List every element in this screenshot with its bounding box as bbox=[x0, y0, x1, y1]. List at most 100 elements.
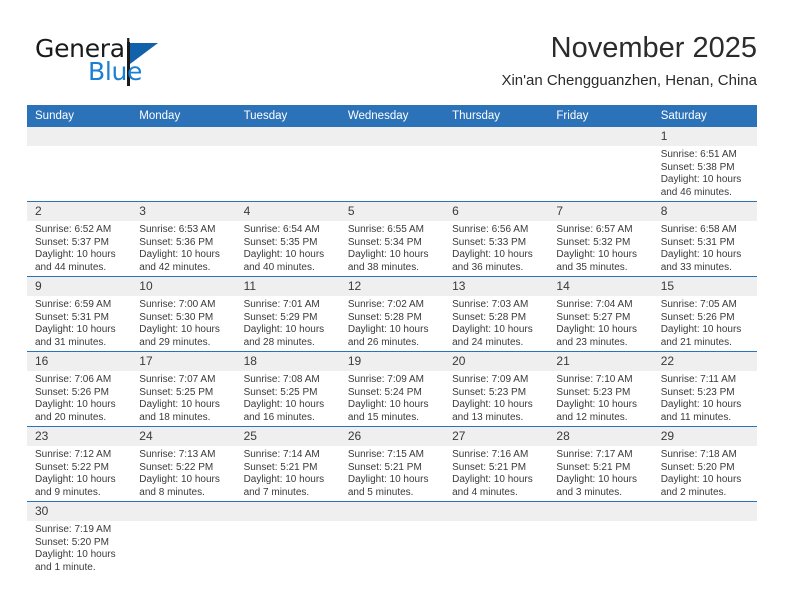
day-daylight-line2-text: and 7 minutes. bbox=[243, 486, 310, 498]
day-daylight-line1-text: Daylight: 10 hours bbox=[139, 324, 220, 336]
day-daylight-line2-text: and 29 minutes. bbox=[139, 336, 211, 348]
day-cell[interactable]: 4 Sunrise: 6:54 AM Sunset: 5:35 PM Daylight… bbox=[236, 202, 340, 276]
day-cell[interactable]: 20 Sunrise: 7:09 AM Sunset: 5:23 PM Dayligh… bbox=[444, 352, 548, 426]
day-number: 21 bbox=[556, 354, 570, 368]
day-sunrise-text: Sunrise: 7:00 AM bbox=[139, 299, 216, 310]
day-cell[interactable]: 12 Sunrise: 7:02 AM Sunset: 5:28 PM Dayligh… bbox=[340, 277, 444, 351]
day-cell-empty bbox=[236, 502, 340, 580]
day-daylight-line2-text: and 5 minutes. bbox=[347, 486, 414, 498]
day-number: 23 bbox=[35, 429, 49, 443]
day-number: 15 bbox=[660, 279, 675, 293]
day-number: 30 bbox=[35, 504, 49, 518]
day-daylight-line2-text: and 24 minutes. bbox=[452, 336, 524, 348]
day-sunrise-text: Sunrise: 7:14 AM bbox=[243, 449, 320, 460]
day-sunrise-text: Sunrise: 6:51 AM bbox=[660, 149, 737, 160]
day-number: 3 bbox=[139, 204, 146, 218]
day-sunrise-text: Sunrise: 7:05 AM bbox=[660, 299, 737, 310]
day-sunset-text: Sunset: 5:25 PM bbox=[243, 386, 318, 398]
day-cell[interactable]: 2 Sunrise: 6:52 AM Sunset: 5:37 PM Daylight… bbox=[27, 202, 131, 276]
day-cell[interactable]: 6 Sunrise: 6:56 AM Sunset: 5:33 PM Daylight… bbox=[444, 202, 548, 276]
day-number: 14 bbox=[556, 279, 570, 293]
day-daylight-line2-text: and 26 minutes. bbox=[347, 336, 420, 348]
day-sunset-text: Sunset: 5:20 PM bbox=[660, 461, 735, 473]
day-sunset-text: Sunset: 5:22 PM bbox=[35, 461, 109, 473]
day-cell[interactable]: 17 Sunrise: 7:07 AM Sunset: 5:25 PM Dayligh… bbox=[131, 352, 235, 426]
day-cell[interactable]: 5 Sunrise: 6:55 AM Sunset: 5:34 PM Daylight… bbox=[340, 202, 444, 276]
day-daylight-line1-text: Daylight: 10 hours bbox=[243, 474, 325, 486]
day-daylight-line1-text: Daylight: 10 hours bbox=[452, 474, 533, 486]
day-daylight-line2-text: and 16 minutes. bbox=[243, 411, 315, 423]
day-cell[interactable]: 26 Sunrise: 7:15 AM Sunset: 5:21 PM Dayligh… bbox=[340, 427, 444, 501]
day-cell[interactable]: 3 Sunrise: 6:53 AM Sunset: 5:36 PM Daylight… bbox=[131, 202, 235, 276]
day-sunrise-text: Sunrise: 7:15 AM bbox=[347, 449, 424, 460]
day-number: 25 bbox=[243, 429, 257, 443]
calendar-week-row: 30 Sunrise: 7:19 AM Sunset: 5:20 PM Dayligh… bbox=[27, 501, 757, 580]
weekday-header-sunday: Sunday bbox=[35, 110, 75, 122]
day-daylight-line2-text: and 8 minutes. bbox=[139, 486, 205, 498]
day-cell[interactable]: 10 Sunrise: 7:00 AM Sunset: 5:30 PM Dayligh… bbox=[131, 277, 235, 351]
day-cell[interactable]: 22 Sunrise: 7:11 AM Sunset: 5:23 PM Dayligh… bbox=[653, 352, 757, 426]
day-sun-info: Sunrise: 7:15 AM Sunset: 5:21 PM Daylight:… bbox=[348, 449, 438, 499]
calendar-week-row: 23 Sunrise: 7:12 AM Sunset: 5:22 PM Dayligh… bbox=[27, 426, 757, 501]
calendar-grid: Sunday Monday Tuesday Wednesday Thursday Frid… bbox=[27, 105, 757, 580]
day-cell[interactable]: 29 Sunrise: 7:18 AM Sunset: 5:20 PM Dayligh… bbox=[653, 427, 757, 501]
day-sunrise-text: Sunrise: 6:53 AM bbox=[139, 224, 216, 235]
day-daylight-line2-text: and 46 minutes. bbox=[660, 186, 732, 198]
day-sunset-text: Sunset: 5:23 PM bbox=[660, 386, 735, 398]
day-daylight-line1-text: Daylight: 10 hours bbox=[35, 399, 116, 411]
day-daylight-line1-text: Daylight: 10 hours bbox=[35, 324, 116, 336]
day-number: 18 bbox=[243, 354, 257, 368]
day-cell[interactable]: 7 Sunrise: 6:57 AM Sunset: 5:32 PM Daylight… bbox=[548, 202, 652, 276]
day-cell[interactable]: 23 Sunrise: 7:12 AM Sunset: 5:22 PM Dayligh… bbox=[27, 427, 131, 501]
day-cell[interactable]: 9 Sunrise: 6:59 AM Sunset: 5:31 PM Daylight… bbox=[27, 277, 131, 351]
day-cell[interactable]: 13 Sunrise: 7:03 AM Sunset: 5:28 PM Dayligh… bbox=[444, 277, 548, 351]
day-sun-info: Sunrise: 7:14 AM Sunset: 5:21 PM Daylight:… bbox=[244, 449, 334, 499]
day-sunrise-text: Sunrise: 7:08 AM bbox=[243, 374, 320, 385]
day-cell[interactable]: 18 Sunrise: 7:08 AM Sunset: 5:25 PM Dayligh… bbox=[236, 352, 340, 426]
day-daylight-line1-text: Daylight: 10 hours bbox=[347, 474, 429, 486]
day-cell[interactable]: 24 Sunrise: 7:13 AM Sunset: 5:22 PM Dayligh… bbox=[131, 427, 235, 501]
day-sunset-text: Sunset: 5:34 PM bbox=[347, 236, 422, 248]
day-daylight-line1-text: Daylight: 10 hours bbox=[139, 399, 220, 411]
day-cell[interactable]: 11 Sunrise: 7:01 AM Sunset: 5:29 PM Dayligh… bbox=[236, 277, 340, 351]
day-sun-info: Sunrise: 6:56 AM Sunset: 5:33 PM Daylight:… bbox=[452, 224, 542, 274]
general-blue-logo[interactable]: General Blue bbox=[35, 34, 235, 90]
day-sunset-text: Sunset: 5:31 PM bbox=[35, 311, 109, 323]
day-sunset-text: Sunset: 5:24 PM bbox=[347, 386, 422, 398]
weekday-header-thursday: Thursday bbox=[452, 110, 501, 122]
day-sunset-text: Sunset: 5:21 PM bbox=[556, 461, 631, 473]
day-cell[interactable]: 14 Sunrise: 7:04 AM Sunset: 5:27 PM Dayligh… bbox=[548, 277, 652, 351]
day-sunrise-text: Sunrise: 7:07 AM bbox=[139, 374, 216, 385]
day-daylight-line2-text: and 13 minutes. bbox=[452, 411, 524, 423]
day-sun-info: Sunrise: 6:52 AM Sunset: 5:37 PM Daylight:… bbox=[35, 224, 125, 274]
day-daylight-line1-text: Daylight: 10 hours bbox=[347, 399, 429, 411]
location-subtitle: Xin'an Chengguanzhen, Henan, China bbox=[501, 72, 757, 89]
day-daylight-line2-text: and 15 minutes. bbox=[347, 411, 420, 423]
weekday-header-tuesday: Tuesday bbox=[243, 110, 288, 122]
day-cell[interactable]: 21 Sunrise: 7:10 AM Sunset: 5:23 PM Dayligh… bbox=[548, 352, 652, 426]
day-sunset-text: Sunset: 5:36 PM bbox=[139, 236, 214, 248]
day-cell[interactable]: 1 Sunrise: 6:51 AM Sunset: 5:38 PM Daylight… bbox=[653, 127, 757, 201]
day-cell[interactable]: 8 Sunrise: 6:58 AM Sunset: 5:31 PM Daylight… bbox=[653, 202, 757, 276]
day-sun-info: Sunrise: 7:02 AM Sunset: 5:28 PM Daylight:… bbox=[348, 299, 438, 349]
day-sunrise-text: Sunrise: 6:59 AM bbox=[35, 299, 112, 310]
day-cell[interactable]: 16 Sunrise: 7:06 AM Sunset: 5:26 PM Dayligh… bbox=[27, 352, 131, 426]
day-cell[interactable]: 15 Sunrise: 7:05 AM Sunset: 5:26 PM Dayligh… bbox=[653, 277, 757, 351]
calendar-week-row: 16 Sunrise: 7:06 AM Sunset: 5:26 PM Dayligh… bbox=[27, 351, 757, 426]
day-sunset-text: Sunset: 5:21 PM bbox=[347, 461, 422, 473]
day-daylight-line2-text: and 18 minutes. bbox=[139, 411, 211, 423]
day-cell[interactable]: 28 Sunrise: 7:17 AM Sunset: 5:21 PM Dayligh… bbox=[548, 427, 652, 501]
day-daylight-line2-text: and 4 minutes. bbox=[452, 486, 518, 498]
day-sunset-text: Sunset: 5:29 PM bbox=[243, 311, 318, 323]
day-cell[interactable]: 25 Sunrise: 7:14 AM Sunset: 5:21 PM Dayligh… bbox=[236, 427, 340, 501]
day-cell[interactable]: 27 Sunrise: 7:16 AM Sunset: 5:21 PM Dayligh… bbox=[444, 427, 548, 501]
day-cell-empty bbox=[131, 502, 235, 580]
day-number: 2 bbox=[35, 204, 42, 218]
title-block: November 2025 Xin'an Chengguanzhen, Hena… bbox=[501, 30, 757, 92]
weekday-header-row: Sunday Monday Tuesday Wednesday Thursday Frid… bbox=[27, 105, 757, 127]
day-sunrise-text: Sunrise: 7:02 AM bbox=[347, 299, 424, 310]
day-cell[interactable]: 30 Sunrise: 7:19 AM Sunset: 5:20 PM Dayligh… bbox=[27, 502, 131, 580]
day-sunrise-text: Sunrise: 7:11 AM bbox=[660, 374, 737, 385]
day-cell[interactable]: 19 Sunrise: 7:09 AM Sunset: 5:24 PM Dayligh… bbox=[340, 352, 444, 426]
day-sun-info: Sunrise: 6:53 AM Sunset: 5:36 PM Daylight:… bbox=[139, 224, 229, 274]
